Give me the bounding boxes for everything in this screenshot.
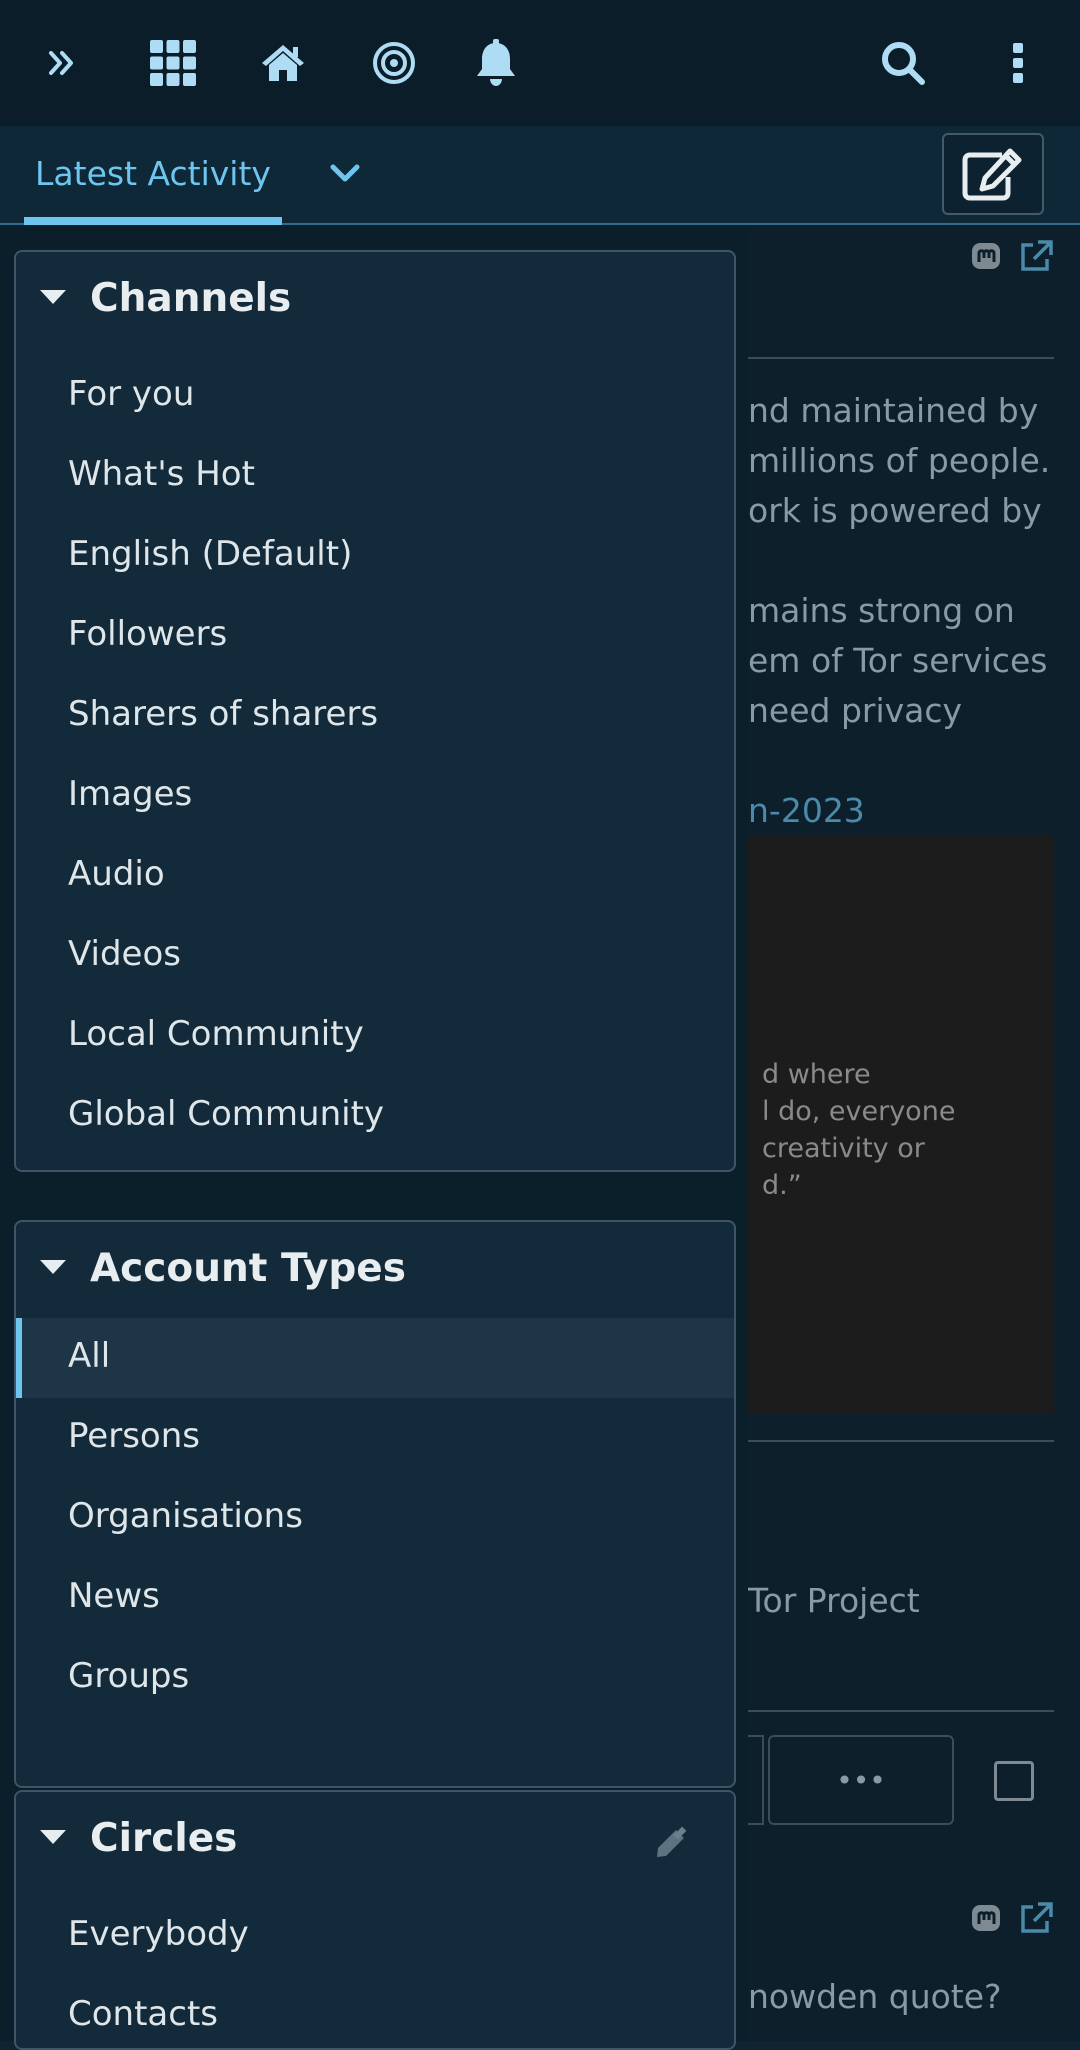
circles-header[interactable]: Circles	[16, 1792, 734, 1888]
channel-item-label: Global Community	[68, 1094, 385, 1134]
channel-item-global-community[interactable]: Global Community	[16, 1076, 734, 1156]
external-link-icon[interactable]	[1018, 239, 1054, 277]
action-button[interactable]	[748, 1735, 764, 1825]
channel-item-label: Sharers of sharers	[68, 694, 379, 734]
home-icon[interactable]	[253, 33, 313, 93]
more-button-label: •••	[836, 1763, 886, 1797]
account-type-item-label: Organisations	[68, 1496, 303, 1536]
background-feed: nd maintained by millions of people. ork…	[748, 225, 1080, 2041]
channel-item-label: Images	[68, 774, 193, 814]
channels-panel: Channels For you What's Hot English (Def…	[14, 250, 736, 1172]
account-type-item-news[interactable]: News	[16, 1558, 734, 1638]
post-text-line: nowden quote?	[748, 1977, 1002, 2016]
caret-down-icon	[40, 290, 66, 304]
post-author[interactable]: Tor Project	[748, 1581, 920, 1620]
channel-item-label: What's Hot	[68, 454, 255, 494]
edit-icon	[962, 148, 1022, 201]
mastodon-icon[interactable]	[970, 241, 1002, 277]
search-icon[interactable]	[873, 33, 933, 93]
bell-icon[interactable]	[466, 33, 526, 93]
channel-item-label: For you	[68, 374, 195, 414]
circles-panel: Circles Everybody Contacts	[14, 1790, 736, 2050]
post-text-line: millions of people.	[748, 441, 1051, 480]
image-quote-line: d.”	[762, 1170, 802, 1201]
post-text-line: ork is powered by	[748, 491, 1042, 530]
more-button[interactable]: •••	[768, 1735, 954, 1825]
compose-button[interactable]	[942, 133, 1044, 215]
circles-title: Circles	[90, 1816, 238, 1861]
account-types-header[interactable]: Account Types	[16, 1222, 734, 1318]
post-text-line: mains strong on	[748, 591, 1015, 630]
channel-item-videos[interactable]: Videos	[16, 916, 734, 996]
account-type-item-persons[interactable]: Persons	[16, 1398, 734, 1478]
tab-bar: Latest Activity	[0, 126, 1080, 225]
post-text-line: need privacy	[748, 691, 963, 730]
account-types-title: Account Types	[90, 1246, 406, 1291]
post-image[interactable]: d where l do, everyone creativity or d.”	[748, 835, 1054, 1413]
image-quote-line: l do, everyone	[762, 1096, 956, 1127]
channel-item-label: Followers	[68, 614, 228, 654]
circle-item-label: Contacts	[68, 1994, 218, 2034]
account-type-item-groups[interactable]: Groups	[16, 1638, 734, 1718]
account-type-item-label: All	[68, 1336, 111, 1376]
account-type-item-label: Persons	[68, 1416, 200, 1456]
channel-item-label: Videos	[68, 934, 181, 974]
top-navigation-bar	[0, 0, 1080, 126]
post-link[interactable]: n-2023	[748, 791, 865, 830]
apps-grid-icon[interactable]	[143, 33, 203, 93]
channel-item-local-community[interactable]: Local Community	[16, 996, 734, 1076]
channel-item-for-you[interactable]: For you	[16, 356, 734, 436]
account-type-item-all[interactable]: All	[16, 1318, 734, 1398]
account-type-item-label: News	[68, 1576, 160, 1616]
channel-item-whats-hot[interactable]: What's Hot	[16, 436, 734, 516]
divider	[748, 357, 1054, 359]
channel-item-english[interactable]: English (Default)	[16, 516, 734, 596]
channel-item-audio[interactable]: Audio	[16, 836, 734, 916]
account-type-item-organisations[interactable]: Organisations	[16, 1478, 734, 1558]
channels-header[interactable]: Channels	[16, 252, 734, 348]
account-types-panel: Account Types All Persons Organisations …	[14, 1220, 736, 1788]
chevron-down-icon[interactable]	[325, 154, 365, 194]
divider	[748, 1440, 1054, 1442]
post-text-line: em of Tor services	[748, 641, 1048, 680]
circle-item-everybody[interactable]: Everybody	[16, 1896, 734, 1976]
channel-item-followers[interactable]: Followers	[16, 596, 734, 676]
external-link-icon[interactable]	[1018, 1901, 1054, 1939]
channel-item-sharers-of-sharers[interactable]: Sharers of sharers	[16, 676, 734, 756]
caret-down-icon	[40, 1260, 66, 1274]
active-tab-indicator	[24, 217, 282, 225]
tab-latest-activity[interactable]: Latest Activity	[24, 126, 282, 225]
channel-item-label: Local Community	[68, 1014, 364, 1054]
side-drawer: Channels For you What's Hot English (Def…	[0, 225, 748, 2050]
target-icon[interactable]	[364, 33, 424, 93]
channels-title: Channels	[90, 276, 292, 321]
more-vertical-icon[interactable]	[988, 33, 1048, 93]
circle-item-label: Everybody	[68, 1914, 249, 1954]
account-type-item-label: Groups	[68, 1656, 190, 1696]
pencil-icon[interactable]	[654, 1826, 690, 1862]
caret-down-icon	[40, 1830, 66, 1844]
divider	[748, 1710, 1054, 1712]
channel-item-label: Audio	[68, 854, 165, 894]
post-text-line: nd maintained by	[748, 391, 1039, 430]
mastodon-icon[interactable]	[970, 1903, 1002, 1939]
channel-item-label: English (Default)	[68, 534, 353, 574]
image-quote-line: d where	[762, 1059, 871, 1090]
tab-latest-activity-label: Latest Activity	[35, 154, 271, 193]
circle-item-contacts[interactable]: Contacts	[16, 1976, 734, 2048]
select-checkbox[interactable]	[994, 1761, 1034, 1801]
channel-item-images[interactable]: Images	[16, 756, 734, 836]
image-quote-line: creativity or	[762, 1133, 925, 1164]
expand-icon[interactable]	[32, 33, 92, 93]
